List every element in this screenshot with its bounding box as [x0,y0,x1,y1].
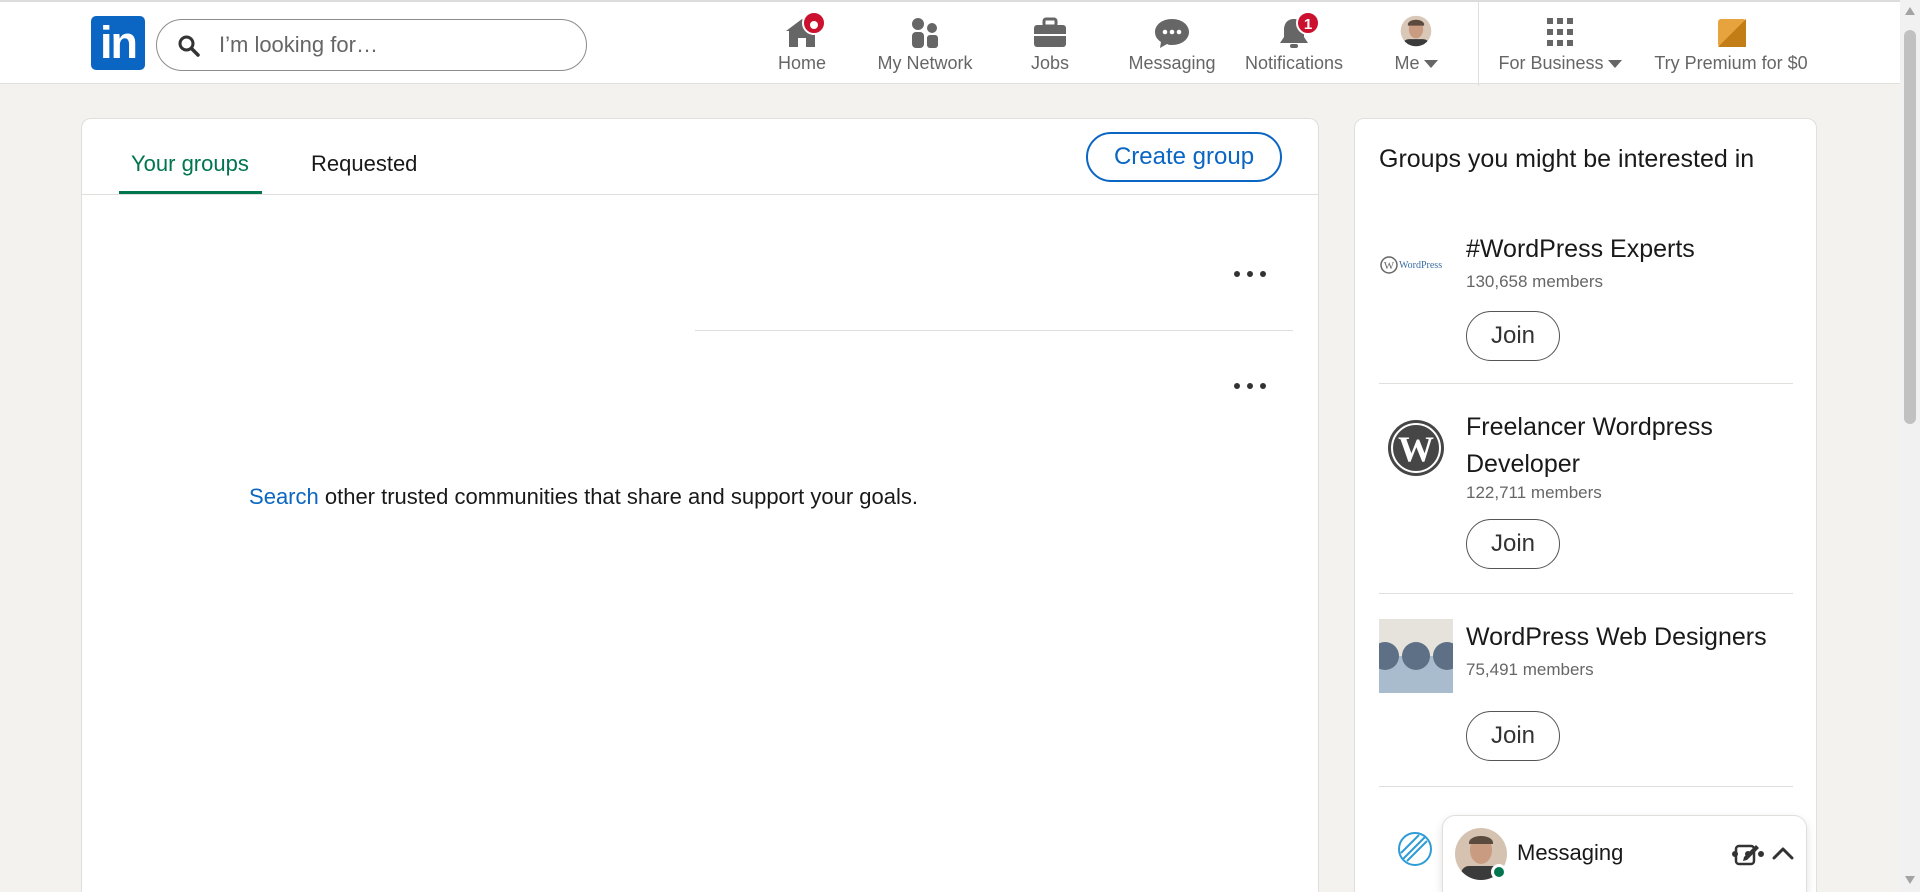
group-divider [1379,383,1793,384]
scrollbar-thumb[interactable] [1904,30,1916,424]
group-divider [1379,593,1793,594]
group-thumbnail[interactable] [1395,829,1435,869]
search-box[interactable] [156,19,587,71]
svg-text:W: W [1398,429,1434,469]
more-options-icon[interactable] [1232,262,1272,286]
nav-notifications[interactable]: 1 Notifications [1238,10,1350,78]
chevron-up-icon[interactable] [1769,840,1797,868]
nav-label: Notifications [1244,53,1344,73]
chevron-down-icon [1423,60,1438,69]
nav-label: Me [1376,53,1456,74]
tab-requested[interactable]: Requested [311,151,417,191]
search-icon [178,35,200,57]
nav-me[interactable]: Me [1376,10,1456,78]
nav-label: Jobs [1030,53,1070,73]
nav-messaging[interactable]: Messaging [1120,10,1224,78]
grid-icon [1547,18,1573,46]
premium-icon [1718,19,1746,47]
search-link[interactable]: Search [249,484,319,509]
svg-text:WordPress: WordPress [1399,260,1442,271]
linkedin-logo[interactable]: in [91,16,145,70]
messaging-label[interactable]: Messaging [1517,840,1623,866]
online-status-dot [1491,864,1507,880]
create-group-button[interactable]: Create group [1086,132,1282,182]
group-name[interactable]: Freelancer Wordpress Developer [1466,409,1786,483]
compose-icon[interactable] [1733,840,1761,868]
suggested-groups-title: Groups you might be interested in [1379,145,1755,173]
nav-label: Messaging [1128,53,1216,73]
me-label: Me [1394,53,1420,73]
empty-state-message: Search other trusted communities that sh… [82,484,1320,510]
suggested-group: W Freelancer Wordpress Developer 122,711… [1379,409,1793,589]
group-members: 75,491 members [1466,660,1594,679]
home-notification-dot [802,11,826,35]
groups-card: Your groups Requested Create group Searc… [81,118,1319,892]
nav-divider [1478,2,1479,86]
page-scrollbar[interactable] [1900,0,1920,892]
list-divider [695,330,1293,331]
nav-label: My Network [877,53,973,73]
svg-text:W: W [1384,260,1395,272]
nav-label: Try Premium for $0 [1654,53,1808,73]
messaging-overlay[interactable]: Messaging [1443,816,1806,892]
tabs-divider [82,194,1318,195]
nav-try-premium[interactable]: Try Premium for $0 [1646,10,1816,78]
briefcase-icon [1034,17,1066,47]
nav-for-business[interactable]: For Business [1494,10,1626,78]
global-nav: in Home My Network Job [0,0,1900,86]
scroll-up-icon[interactable] [1905,7,1915,15]
empty-state-text: other trusted communities that share and… [318,484,918,509]
avatar [1400,15,1432,47]
notification-count-badge: 1 [1296,11,1320,35]
join-button[interactable]: Join [1466,711,1560,761]
group-divider [1379,786,1793,787]
wordpress-logo[interactable]: W [1379,411,1453,485]
nav-label: For Business [1494,53,1626,74]
nav-home[interactable]: Home [762,10,842,78]
nav-label: Home [777,53,826,73]
circles-pattern[interactable] [1379,619,1453,693]
group-name[interactable]: WordPress Web Designers [1466,619,1786,656]
search-input[interactable] [219,28,569,62]
nav-my-network[interactable]: My Network [870,10,980,78]
tab-your-groups[interactable]: Your groups [131,151,249,191]
group-members: 130,658 members [1466,272,1604,291]
chat-icon [1155,19,1189,48]
group-members: 122,711 members [1466,483,1602,502]
group-name[interactable]: #WordPress Experts [1466,231,1786,268]
suggested-group: WordPress Web Designers 75,491 members J… [1379,619,1793,779]
join-button[interactable]: Join [1466,519,1560,569]
more-options-icon[interactable] [1232,374,1272,398]
people-icon [912,18,938,48]
suggested-group: W WordPress #WordPress Experts 130,658 m… [1379,231,1793,391]
nav-jobs[interactable]: Jobs [1010,10,1090,78]
join-button[interactable]: Join [1466,311,1560,361]
scroll-down-icon[interactable] [1905,876,1915,884]
chevron-down-icon [1607,60,1622,69]
wordpress-logo[interactable]: W WordPress [1379,233,1453,307]
for-business-label: For Business [1498,53,1604,73]
suggested-groups-card: Groups you might be interested in W Word… [1354,118,1817,892]
